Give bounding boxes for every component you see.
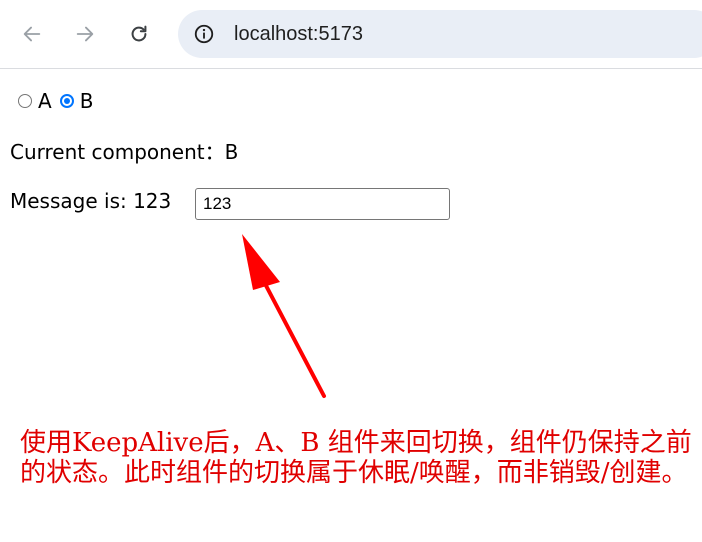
- annotation-text: 使用KeepAlive后，A、B 组件来回切换，组件仍保持之前的状态。此时组件的…: [20, 428, 692, 488]
- radio-b[interactable]: [59, 94, 74, 108]
- radio-a-label[interactable]: A: [38, 89, 52, 113]
- arrow-left-icon: [21, 23, 43, 45]
- current-component-text: Current component：B: [10, 140, 239, 164]
- message-label: Message is: 123: [10, 189, 172, 213]
- radio-a[interactable]: [18, 94, 32, 108]
- browser-toolbar: localhost:5173: [0, 0, 702, 69]
- info-circle-icon[interactable]: [192, 22, 216, 46]
- reload-icon: [128, 23, 150, 45]
- component-switcher: A B: [18, 89, 101, 113]
- radio-b-label[interactable]: B: [80, 89, 94, 113]
- arrow-right-icon: [74, 23, 96, 45]
- back-button[interactable]: [14, 16, 50, 52]
- address-bar[interactable]: localhost:5173: [178, 10, 702, 58]
- forward-button[interactable]: [67, 16, 103, 52]
- url-text[interactable]: localhost:5173: [234, 22, 363, 46]
- reload-button[interactable]: [121, 16, 157, 52]
- message-input[interactable]: [195, 188, 450, 220]
